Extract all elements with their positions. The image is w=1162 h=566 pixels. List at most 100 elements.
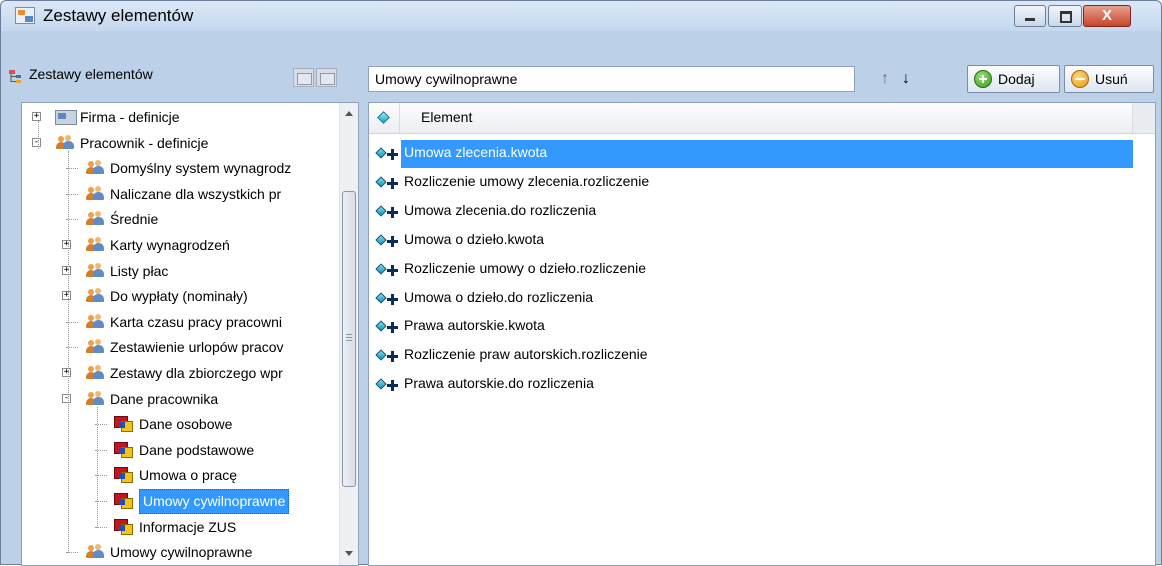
list-header: Element [369,103,1155,134]
element-plus-icon [375,176,399,190]
new-folder-button[interactable] [293,68,314,87]
tree-item[interactable]: Zestawienie urlopów pracov [22,335,339,360]
list-item-label: Prawa autorskie.kwota [404,317,545,334]
remove-button-label: Usuń [1095,71,1128,87]
tree-guide-line [38,121,39,149]
tree-item-label: Informacje ZUS [139,518,237,535]
add-button-label: Dodaj [998,71,1035,87]
folder-properties-button[interactable] [316,68,337,87]
tree-structure-icon [9,70,21,83]
company-icon [55,110,77,125]
tree-item[interactable]: + Zestawy dla zbiorczego wpr [22,361,339,386]
column-header-element[interactable]: Element [421,109,472,125]
expand-icon[interactable]: + [62,368,71,377]
minimize-button[interactable] [1014,5,1046,27]
element-plus-icon [375,349,399,363]
list-item[interactable]: Rozliczenie umowy o dzieło.rozliczenie [369,255,1135,283]
tree-guide-line [68,150,69,554]
tree-item[interactable]: Naliczane dla wszystkich pr [22,182,339,207]
tree-item[interactable]: - Pracownik - definicje [22,131,339,156]
collapse-icon[interactable]: - [32,137,41,147]
expand-icon[interactable]: + [62,240,71,249]
tree-item[interactable]: Domyślny system wynagrodz [22,156,339,181]
tree-item-label: Firma - definicje [80,109,180,125]
people-group-icon [85,237,105,253]
elements-list[interactable]: Element Umowa zlecenia.kwota Rozliczenie … [368,102,1156,566]
tree-item-label: Listy płac [110,262,169,279]
scroll-up-arrow-icon[interactable] [345,111,353,116]
list-item[interactable]: Umowa o dzieło.do rozliczenia [369,284,1135,312]
people-group-icon [85,262,105,279]
tree-vertical-scrollbar[interactable] [339,103,358,565]
list-item[interactable]: Umowa zlecenia.kwota [369,139,1135,168]
tree-item[interactable]: Dane osobowe [22,412,339,437]
people-group-icon [85,544,105,560]
list-item-label: Umowa o dzieło.kwota [404,230,545,247]
list-item-label: Umowa zlecenia.do rozliczenia [404,201,597,218]
list-item[interactable]: Rozliczenie umowy zlecenia.rozliczenie [369,168,1135,196]
tree-item[interactable]: Karta czasu pracy pracowni [22,310,339,335]
element-plus-icon [375,234,399,248]
tree-item[interactable]: + Listy płac [22,259,339,284]
collapse-icon[interactable]: - [62,393,71,403]
close-button[interactable]: X [1083,5,1131,27]
people-group-icon [85,288,105,304]
maximize-button[interactable] [1048,5,1082,27]
tree-item[interactable]: Umowa o pracę [22,463,339,488]
employee-form-icon [114,441,134,459]
list-item-label: Rozliczenie umowy zlecenia.rozliczenie [404,172,650,189]
tree-item-label: Karta czasu pracy pracowni [110,313,282,330]
tree-item[interactable]: + Firma - definicje [22,105,339,130]
add-button[interactable]: Dodaj [967,65,1060,93]
remove-button[interactable]: Usuń [1064,65,1154,93]
list-item[interactable]: Rozliczenie praw autorskich.rozliczenie [369,341,1135,369]
expand-icon[interactable]: + [32,112,41,121]
tree-item[interactable]: - Dane pracownika [22,387,339,412]
expand-icon[interactable]: + [62,291,71,301]
element-plus-icon [375,147,399,161]
tree-item[interactable]: Dane podstawowe [22,438,339,463]
tree-item-label: Dane osobowe [139,416,233,433]
sets-tree[interactable]: + Firma - definicje - Pracownik - definicje… [21,102,359,566]
tree-item[interactable]: + Karty wynagrodzeń [22,233,339,258]
title-bar[interactable]: Zestawy elementów X [1,1,1161,31]
element-plus-icon [375,205,399,219]
people-group-icon [85,339,105,355]
list-item[interactable]: Umowa zlecenia.do rozliczenia [369,197,1135,225]
set-name-input[interactable] [368,66,855,92]
employee-form-icon [114,416,134,433]
tree-item-label: Umowy cywilnoprawne [139,489,290,514]
people-group-icon [85,160,105,176]
remove-icon [1071,70,1089,88]
tree-item[interactable]: + Do wypłaty (nominały) [22,284,339,309]
app-icon [15,7,35,24]
element-plus-icon [375,320,399,334]
tree-item-label: Domyślny system wynagrodz [110,160,292,177]
tree-item-label: Dane pracownika [110,390,219,407]
header-icon-cell[interactable] [369,103,400,133]
people-group-icon [85,390,105,407]
element-plus-icon [375,378,399,392]
thumb-grip-line [346,337,352,338]
scrollbar-thumb[interactable] [342,191,356,487]
close-icon: X [1101,7,1112,24]
tree-item[interactable]: Umowy cywilnoprawne [22,489,339,514]
thumb-grip-line [346,334,352,335]
tree-item[interactable]: Umowy cywilnoprawne [22,540,339,565]
expand-icon[interactable]: + [62,265,71,275]
element-type-icon [377,111,390,124]
list-item-label: Prawa autorskie.do rozliczenia [404,375,594,392]
scroll-down-arrow-icon[interactable] [345,551,353,556]
list-item[interactable]: Prawa autorskie.kwota [369,312,1135,340]
move-down-arrow-icon[interactable]: ↓ [895,67,917,91]
move-up-arrow-icon[interactable]: ↑ [874,67,896,91]
list-item[interactable]: Umowa o dzieło.kwota [369,226,1135,254]
employee-form-icon [114,467,134,484]
tree-item-label: Zestawy dla zbiorczego wpr [110,365,283,381]
window-title: Zestawy elementów [43,6,194,25]
tree-item[interactable]: Średnie [22,207,339,232]
list-item[interactable]: Prawa autorskie.do rozliczenia [369,370,1135,398]
tree-item[interactable]: Informacje ZUS [22,515,339,540]
tree-item-label: Karty wynagrodzeń [110,237,230,253]
tree-item-label: Umowa o pracę [139,467,238,484]
